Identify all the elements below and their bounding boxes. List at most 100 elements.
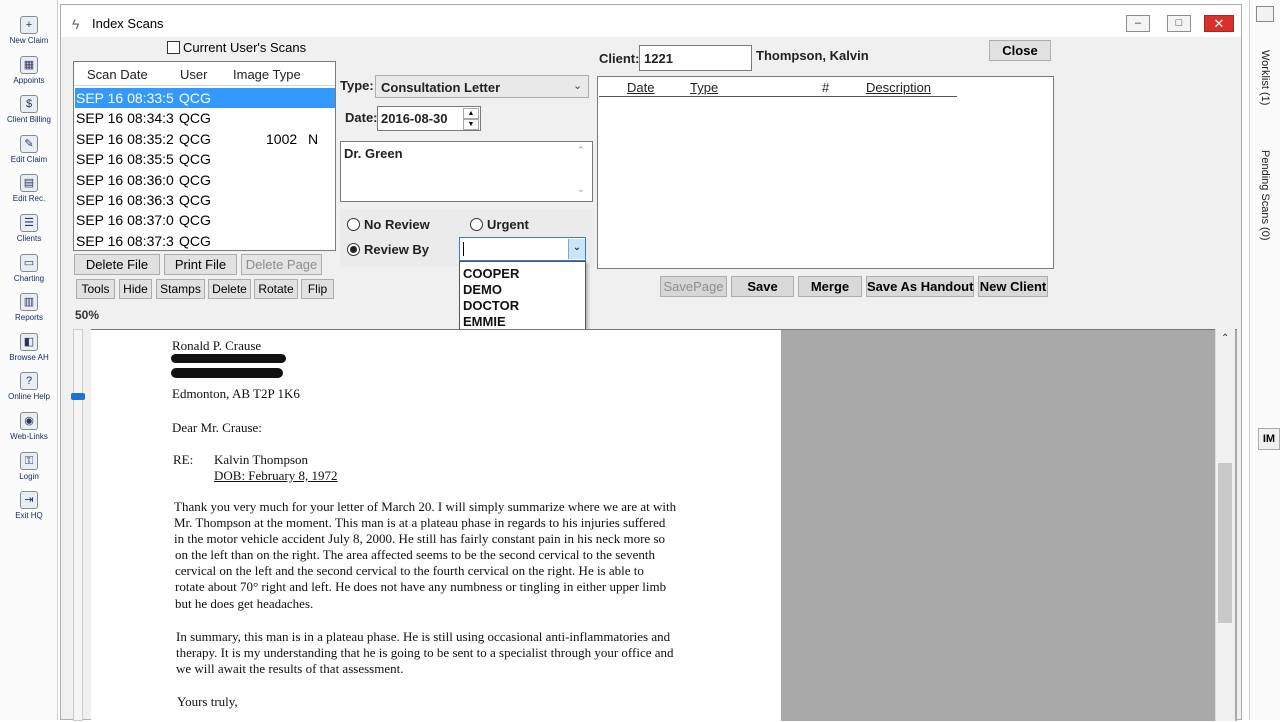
new-client-button[interactable]: New Client [978, 276, 1048, 297]
delete-file-button[interactable]: Delete File [74, 254, 160, 275]
scan-row[interactable]: SEP 16 08:34:3 QCG [75, 108, 335, 128]
sidebar-item-charting[interactable]: ▭ Charting [0, 253, 58, 292]
save-button[interactable]: Save [731, 276, 794, 297]
reviewer-option[interactable]: DEMO [463, 282, 502, 298]
scroll-up-icon[interactable]: ⌃ [1221, 333, 1229, 344]
minimize-button[interactable]: – [1126, 15, 1150, 32]
chevron-down-icon[interactable]: ⌄ [568, 239, 585, 259]
sidebar-item-web-links[interactable]: ◉ Web-Links [0, 412, 58, 450]
doc-line: rotate about 70° right and left. He does… [175, 579, 667, 594]
scan-date: SEP 16 08:35:2 [76, 130, 174, 147]
new-claim-icon: + [20, 16, 38, 34]
worklist-tab[interactable]: Worklist (1) [1259, 50, 1271, 105]
scrollbar-thumb[interactable] [1218, 463, 1232, 623]
hide-button[interactable]: Hide [119, 279, 152, 299]
no-review-radio[interactable] [347, 218, 360, 231]
scan-date: SEP 16 08:35:5 [76, 151, 174, 168]
sidebar-item-edit-rec[interactable]: ▤ Edit Rec. [0, 174, 58, 212]
billing-icon: $ [20, 95, 38, 114]
sidebar-item-online-help[interactable]: ? Online Help [0, 372, 58, 410]
scan-user: QCG [179, 90, 211, 106]
urgent-radio[interactable] [470, 218, 483, 231]
print-file-button[interactable]: Print File [164, 254, 237, 275]
column-header-user[interactable]: User [180, 67, 207, 82]
scan-date: SEP 16 08:37:3 [76, 232, 174, 249]
document-viewer[interactable]: Ronald P. Crause Edmonton, AB T2P 1K6 De… [91, 329, 1237, 722]
reviewer-option[interactable]: EMMIE [463, 314, 506, 330]
column-header-image-type[interactable]: Image Type [233, 67, 301, 82]
current-user-scans-checkbox[interactable] [167, 41, 180, 54]
sidebar-item-label: Client Billing [6, 115, 52, 125]
date-input[interactable]: 2016-08-30 ▲ ▼ [377, 106, 481, 131]
reviewer-option[interactable]: COOPER [463, 266, 519, 282]
client-id-value: 1221 [644, 51, 673, 66]
panel-toggle-icon[interactable] [1256, 6, 1274, 22]
delete-page-button[interactable]: Delete Page [241, 254, 322, 275]
client-id-input[interactable]: 1221 [639, 45, 752, 71]
column-header-scan-date[interactable]: Scan Date [87, 67, 148, 82]
flip-button[interactable]: Flip [301, 279, 334, 299]
scroll-down-icon[interactable]: ⌄ [577, 184, 585, 195]
sidebar-item-exit-hq[interactable]: ⇥ Exit HQ [0, 491, 58, 529]
delete-button[interactable]: Delete [208, 279, 251, 299]
client-documents-list[interactable]: Date Type # Description [597, 76, 1054, 269]
type-select[interactable]: Consultation Letter ⌄ [375, 75, 589, 98]
review-by-select[interactable]: ⌄ [459, 237, 586, 261]
sidebar-item-appoints[interactable]: ▦ Appoints [0, 55, 58, 94]
maximize-button[interactable]: □ [1167, 15, 1191, 32]
scan-image: 1002 [266, 130, 298, 147]
date-down-icon[interactable]: ▼ [463, 119, 479, 130]
calendar-icon: ▦ [20, 55, 38, 74]
sidebar-item-label: Reports [14, 313, 43, 323]
window-title: Index Scans [92, 16, 164, 31]
close-button[interactable]: Close [989, 40, 1051, 61]
header-divider [599, 96, 957, 97]
note-text: Dr. Green [344, 146, 403, 161]
doc-line: Mr. Thompson at the moment. This man is … [174, 515, 666, 530]
scroll-up-icon[interactable]: ⌃ [577, 145, 585, 156]
scan-row[interactable]: SEP 16 08:36:3 QCG [75, 190, 335, 210]
rotate-button[interactable]: Rotate [254, 279, 298, 299]
doc-line: we will await the results of that assess… [176, 661, 404, 676]
scan-user: QCG [179, 151, 211, 168]
zoom-slider-track[interactable] [73, 329, 83, 721]
scan-row[interactable]: SEP 16 08:33:5 QCG [75, 88, 335, 108]
doc-line: Edmonton, AB T2P 1K6 [172, 386, 300, 401]
scan-row[interactable]: SEP 16 08:36:0 QCG [75, 170, 335, 190]
save-page-button[interactable]: SavePage [660, 276, 727, 297]
merge-button[interactable]: Merge [798, 276, 862, 297]
pending-scans-tab[interactable]: Pending Scans (0) [1259, 150, 1271, 241]
scan-row[interactable]: SEP 16 08:37:3 QCG [75, 231, 335, 251]
globe-icon: ◉ [20, 412, 38, 430]
sidebar-item-browse-ah[interactable]: ◧ Browse AH [0, 332, 58, 371]
date-up-icon[interactable]: ▲ [463, 108, 479, 119]
sidebar-item-label: Exit HQ [15, 511, 43, 521]
sidebar-item-login[interactable]: ⚿ Login [0, 451, 58, 490]
scan-row[interactable]: SEP 16 08:37:0 QCG [75, 210, 335, 230]
column-header-number[interactable]: # [822, 80, 829, 95]
scan-list[interactable]: Scan Date User Image Type SEP 16 08:33:5… [73, 61, 336, 251]
column-header-date[interactable]: Date [627, 80, 654, 95]
current-user-scans-label: Current User's Scans [183, 40, 307, 55]
zoom-slider-thumb[interactable] [71, 393, 85, 400]
column-header-description[interactable]: Description [866, 80, 931, 95]
sidebar-item-reports[interactable]: ▥ Reports [0, 293, 58, 331]
tools-button[interactable]: Tools [76, 279, 115, 299]
sidebar-item-clients[interactable]: ☰ Clients [0, 214, 58, 252]
sidebar-item-new-claim[interactable]: + New Claim [0, 16, 58, 54]
sidebar-item-label: Login [19, 471, 39, 481]
scan-row[interactable]: SEP 16 08:35:2 QCG 1002 N [75, 129, 335, 149]
review-by-radio[interactable] [347, 243, 360, 256]
sidebar-item-edit-claim[interactable]: ✎ Edit Claim [0, 134, 58, 173]
save-as-handout-button[interactable]: Save As Handout [866, 276, 974, 297]
doc-line: RE: [173, 452, 194, 467]
close-window-button[interactable]: ✕ [1204, 15, 1234, 32]
note-textarea[interactable]: Dr. Green ⌃ ⌄ [340, 141, 593, 202]
im-tab[interactable]: IM [1258, 428, 1280, 450]
reviewer-option[interactable]: DOCTOR [463, 298, 519, 314]
column-header-type[interactable]: Type [690, 80, 718, 95]
doc-line: In summary, this man is in a plateau pha… [176, 629, 671, 644]
stamps-button[interactable]: Stamps [156, 279, 205, 299]
scan-row[interactable]: SEP 16 08:35:5 QCG [75, 149, 335, 169]
sidebar-item-client-billing[interactable]: $ Client Billing [0, 95, 58, 133]
